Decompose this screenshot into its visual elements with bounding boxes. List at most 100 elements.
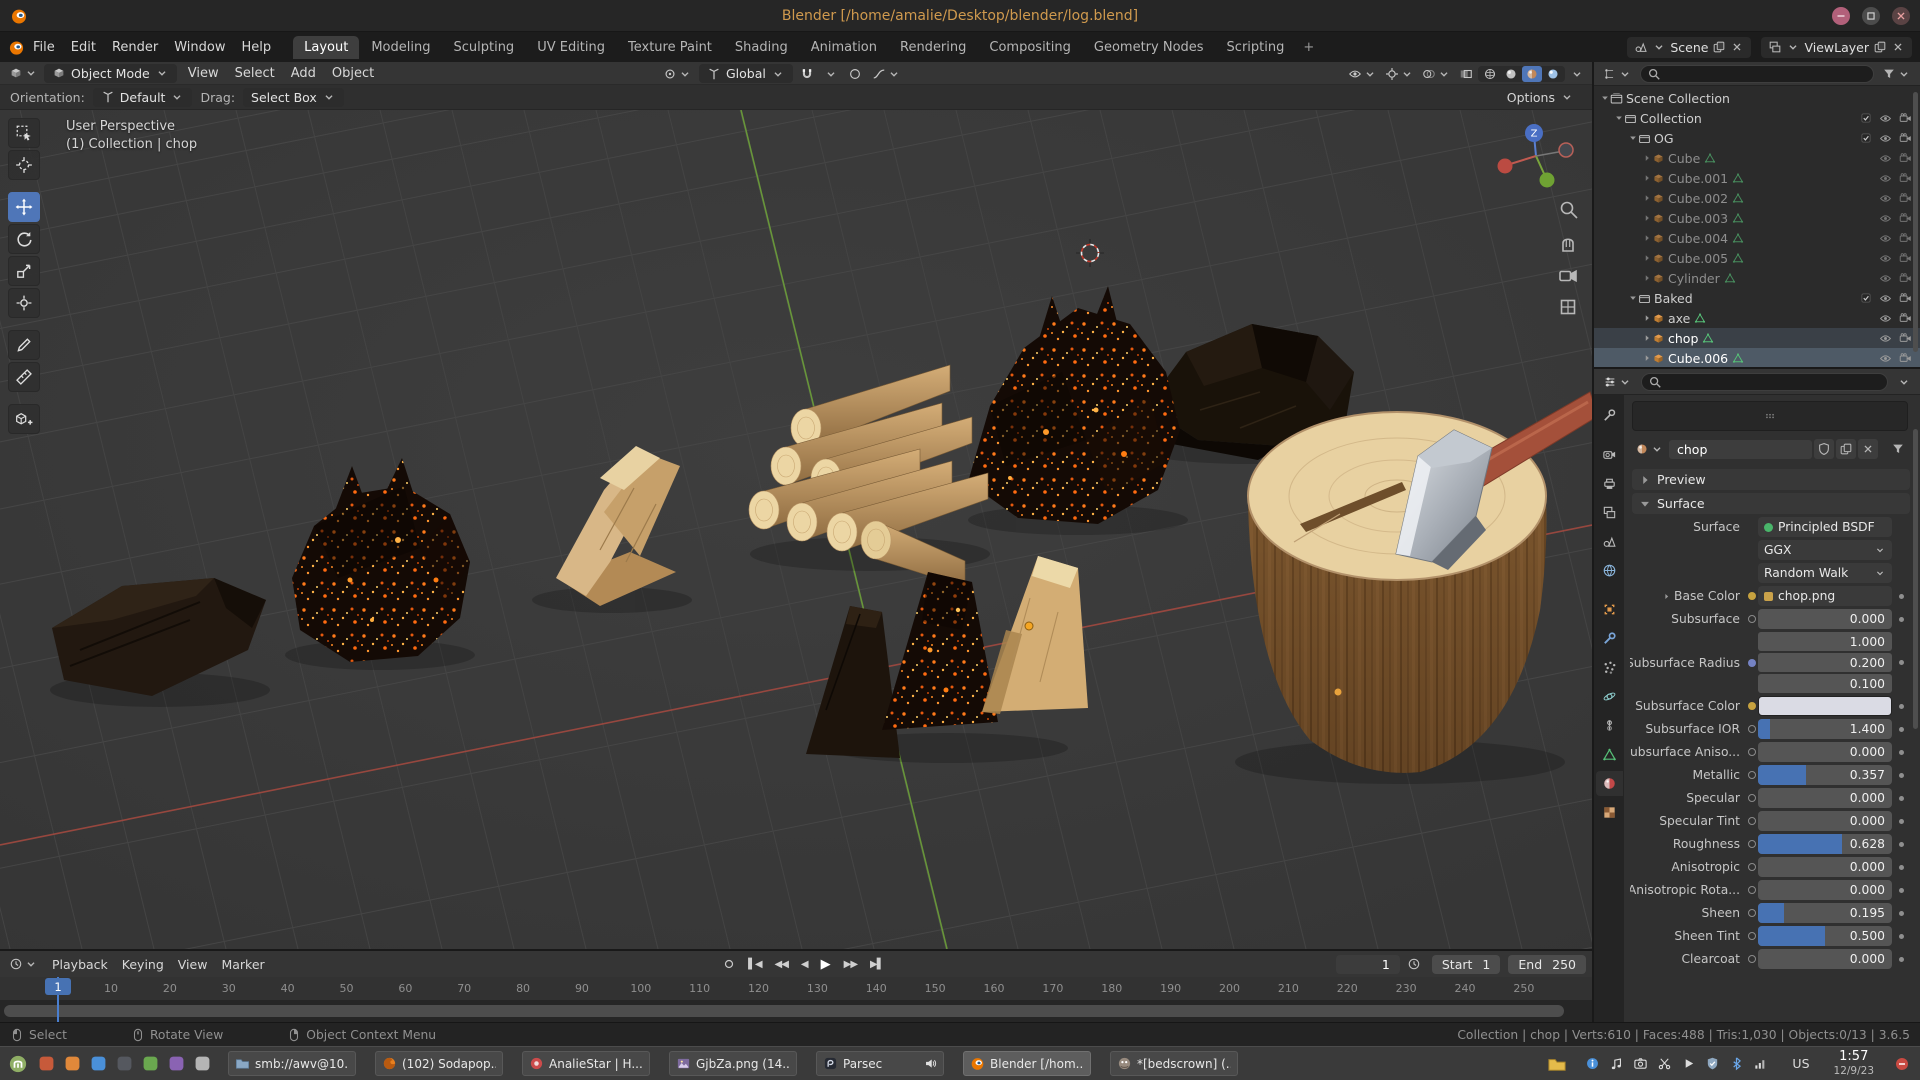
hide-eye-toggle[interactable] [1879, 112, 1892, 125]
taskbar-window-bedscrown[interactable]: *[bedscrown] (... [1110, 1051, 1238, 1076]
scene-name[interactable]: Scene [1670, 40, 1708, 55]
launcher-7[interactable] [190, 1052, 214, 1076]
render-camera-toggle[interactable] [1899, 292, 1912, 305]
expand-toggle[interactable] [1642, 313, 1652, 323]
taskbar-window-102-sodapop[interactable]: (102) Sodapop... [375, 1051, 503, 1076]
workspace-tab-animation[interactable]: Animation [800, 36, 888, 59]
timeline-editor-type-button[interactable] [6, 956, 41, 972]
keyframe-decorator[interactable] [1899, 750, 1904, 755]
tray-bluetooth-icon[interactable] [1729, 1056, 1744, 1071]
tray-info-icon[interactable] [1585, 1056, 1600, 1071]
add-workspace-button[interactable]: + [1296, 36, 1321, 59]
viewlayer-selector[interactable]: ViewLayer [1761, 37, 1912, 58]
timeline-ruler[interactable]: 1102030405060708090100110120130140150160… [0, 977, 1592, 1001]
prev-keyframe-button[interactable]: ◀◀ [770, 958, 793, 971]
outliner-row-collection[interactable]: Collection [1594, 108, 1920, 128]
use-preview-range-toggle[interactable] [1404, 956, 1424, 972]
keyframe-decorator[interactable] [1899, 957, 1904, 962]
material-slots-list[interactable] [1632, 401, 1908, 431]
hide-eye-toggle[interactable] [1879, 232, 1892, 245]
orientation-select[interactable]: Default [93, 88, 193, 107]
visibility-dropdown[interactable] [1345, 66, 1380, 82]
properties-tab-view-layer[interactable] [1596, 500, 1623, 525]
keyframe-decorator[interactable] [1899, 617, 1904, 622]
jump-start-button[interactable]: ▌◀ [743, 958, 766, 971]
properties-editor-type-button[interactable] [1600, 374, 1635, 390]
outliner-scrollbar[interactable] [1913, 92, 1918, 352]
render-camera-toggle[interactable] [1899, 352, 1912, 365]
timeline-menu-keying[interactable]: Keying [115, 957, 171, 972]
viewlayer-name[interactable]: ViewLayer [1804, 40, 1869, 55]
tool-rotate[interactable] [8, 224, 40, 254]
slider-subsurface-aniso[interactable]: 0.000 [1758, 742, 1892, 762]
browse-material-button[interactable] [1632, 441, 1667, 457]
minimize-button[interactable] [1832, 7, 1850, 25]
tray-media-play-icon[interactable] [1681, 1056, 1696, 1071]
auto-keying-toggle[interactable] [719, 956, 739, 972]
play-reverse-button[interactable]: ◀ [796, 958, 813, 971]
tool-select-box[interactable] [8, 118, 40, 148]
texture-field[interactable]: chop.png [1758, 586, 1892, 606]
viewport-menu-view[interactable]: View [180, 66, 227, 81]
outliner-row-chop[interactable]: chop [1594, 328, 1920, 348]
hide-eye-toggle[interactable] [1879, 352, 1892, 365]
workspace-tab-texture-paint[interactable]: Texture Paint [617, 36, 723, 59]
tool-cursor[interactable] [8, 150, 40, 180]
render-camera-toggle[interactable] [1899, 152, 1912, 165]
taskbar-window-parsec[interactable]: Parsec [816, 1051, 944, 1076]
keyboard-layout-indicator[interactable]: US [1792, 1056, 1809, 1071]
unlink-material-button[interactable] [1858, 439, 1878, 459]
properties-tab-scene[interactable] [1596, 529, 1623, 554]
tray-scissors-icon[interactable] [1657, 1056, 1672, 1071]
new-viewlayer-button[interactable] [1873, 40, 1887, 54]
workspace-tab-layout[interactable]: Layout [293, 36, 359, 59]
number-field[interactable]: 1.000 [1758, 632, 1892, 651]
new-material-button[interactable] [1836, 439, 1856, 459]
mode-select[interactable]: Object Mode [44, 64, 177, 83]
jump-end-button[interactable]: ▶▌ [865, 958, 888, 971]
properties-tab-output[interactable] [1596, 471, 1623, 496]
tool-measure[interactable] [8, 362, 40, 392]
outliner-row-og[interactable]: OG [1594, 128, 1920, 148]
render-camera-toggle[interactable] [1899, 132, 1912, 145]
keyframe-decorator[interactable] [1899, 594, 1904, 599]
slider-specular[interactable]: 0.000 [1758, 788, 1892, 808]
frame-end-field[interactable]: End250 [1508, 955, 1586, 974]
hide-eye-toggle[interactable] [1879, 252, 1892, 265]
workspace-tab-rendering[interactable]: Rendering [889, 36, 977, 59]
menu-file[interactable]: File [25, 40, 63, 55]
keyframe-decorator[interactable] [1899, 727, 1904, 732]
keyframe-decorator[interactable] [1899, 819, 1904, 824]
expand-toggle[interactable] [1642, 333, 1652, 343]
exclude-checkbox[interactable] [1860, 132, 1872, 144]
play-button[interactable]: ▶ [816, 956, 836, 973]
material-name-field[interactable]: chop [1669, 440, 1812, 459]
properties-options-button[interactable] [1894, 374, 1914, 390]
remove-viewlayer-button[interactable] [1891, 40, 1905, 54]
collapse-toggle[interactable] [1614, 113, 1624, 123]
gizmo-x-axis[interactable] [1498, 159, 1513, 174]
workspace-tab-shading[interactable]: Shading [724, 36, 799, 59]
slider-anisotropic[interactable]: 0.000 [1758, 857, 1892, 877]
render-camera-toggle[interactable] [1899, 232, 1912, 245]
expand-toggle[interactable] [1642, 253, 1652, 263]
transform-pivot-button[interactable] [660, 66, 695, 82]
timeline-menu-view[interactable]: View [171, 957, 215, 972]
hide-eye-toggle[interactable] [1879, 172, 1892, 185]
tray-network-icon[interactable] [1753, 1056, 1768, 1071]
launcher-2[interactable] [60, 1052, 84, 1076]
scene-selector[interactable]: Scene [1627, 37, 1751, 58]
properties-tab-object[interactable] [1596, 597, 1623, 622]
shading-rendered-button[interactable] [1543, 66, 1563, 82]
expand-toggle[interactable] [1642, 213, 1652, 223]
clock[interactable]: 1:57 12/9/23 [1834, 1050, 1874, 1077]
properties-tab-tool[interactable] [1596, 403, 1623, 428]
outliner-editor-type-button[interactable] [1600, 66, 1635, 82]
keyframe-decorator[interactable] [1899, 773, 1904, 778]
shading-material-button[interactable] [1522, 66, 1542, 82]
tool-annotate[interactable] [8, 330, 40, 360]
timeline-scrollbar[interactable] [4, 1005, 1564, 1017]
show-gizmo-button[interactable] [1382, 66, 1417, 82]
preview-panel-header[interactable]: Preview [1632, 469, 1910, 490]
slider-subsurface-ior[interactable]: 1.400 [1758, 719, 1892, 739]
